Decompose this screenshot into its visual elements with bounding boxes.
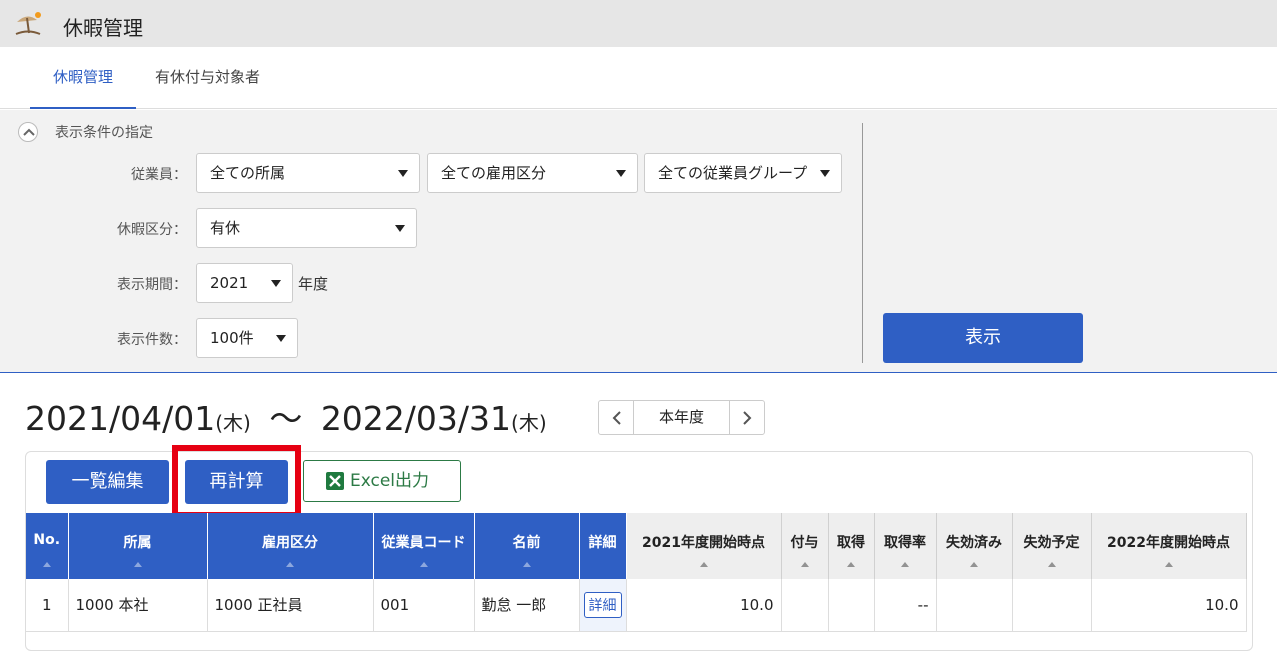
- year-select[interactable]: 2021: [196, 263, 293, 303]
- sort-icon: [1047, 562, 1056, 567]
- header-dept[interactable]: 所属: [68, 513, 208, 579]
- header-grant[interactable]: 付与: [781, 513, 829, 579]
- current-year-button[interactable]: 本年度: [634, 401, 729, 434]
- caret-down-icon: [276, 335, 286, 342]
- header-name[interactable]: 名前: [474, 513, 580, 579]
- year-select-value: 2021: [210, 274, 249, 292]
- period-range: 2021/04/01(木) 〜 2022/03/31(木): [25, 392, 547, 440]
- cell-rate: --: [874, 579, 937, 632]
- caret-down-icon: [616, 170, 626, 177]
- filter-title: 表示条件の指定: [55, 125, 153, 141]
- header-employment[interactable]: 雇用区分: [207, 513, 374, 579]
- group-select-value: 全ての従業員グループ: [658, 164, 808, 182]
- cell-start-balance: 10.0: [626, 579, 782, 632]
- sort-icon: [286, 562, 294, 567]
- period-start-dow: (木): [215, 411, 251, 435]
- chevron-up-icon: [23, 128, 35, 136]
- leave-type-select[interactable]: 有休: [196, 208, 417, 248]
- sort-icon: [522, 562, 531, 567]
- detail-button[interactable]: 詳細: [583, 591, 622, 618]
- period-label: 表示期間：: [117, 277, 187, 293]
- table-header-row: No. 所属 雇用区分 従業員コード 名前 詳細 2021年度開始時点 付与 取…: [26, 513, 1247, 579]
- sort-icon: [901, 562, 909, 567]
- cell-detail: 詳細: [579, 579, 627, 632]
- excel-icon: [326, 472, 344, 490]
- sort-icon: [800, 562, 809, 567]
- tab-bar: 休暇管理 有休付与対象者: [0, 47, 1277, 109]
- period-tilde: 〜: [269, 399, 303, 438]
- year-pager: 本年度: [598, 400, 765, 435]
- count-select-value: 100件: [210, 329, 254, 347]
- sort-icon: [42, 562, 51, 567]
- cell-taken: [828, 579, 875, 632]
- cell-expired: [936, 579, 1013, 632]
- cell-code: 001: [373, 579, 475, 632]
- sort-icon: [1164, 562, 1173, 567]
- cell-name: 勤怠 一郎: [474, 579, 580, 632]
- collapse-toggle-button[interactable]: [18, 122, 38, 142]
- tab-paid-leave-eligible[interactable]: 有休付与対象者: [155, 47, 260, 109]
- year-unit: 年度: [298, 275, 329, 293]
- chevron-right-icon: [743, 411, 752, 425]
- app-title: 休暇管理: [63, 16, 143, 40]
- header-start-balance[interactable]: 2021年度開始時点: [626, 513, 782, 579]
- divider: [862, 123, 863, 363]
- employment-select-value: 全ての雇用区分: [441, 164, 547, 182]
- excel-export-label: Excel出力: [350, 471, 430, 491]
- header-expired[interactable]: 失効済み: [936, 513, 1013, 579]
- caret-down-icon: [820, 170, 830, 177]
- cell-employment: 1000 正社員: [207, 579, 374, 632]
- sort-icon: [847, 562, 855, 567]
- filter-panel: 表示条件の指定 従業員： 全ての所属 全ての雇用区分 全ての従業員グループ 休暇…: [0, 110, 1277, 373]
- employment-select[interactable]: 全ての雇用区分: [427, 153, 638, 193]
- header-rate[interactable]: 取得率: [874, 513, 937, 579]
- highlight-box: [172, 445, 301, 518]
- leave-type-label: 休暇区分：: [117, 222, 187, 238]
- sort-icon: [699, 562, 708, 567]
- dept-select[interactable]: 全ての所属: [196, 153, 420, 193]
- cell-dept: 1000 本社: [68, 579, 208, 632]
- beach-umbrella-icon: [15, 12, 41, 35]
- count-select[interactable]: 100件: [196, 318, 298, 358]
- leave-table: No. 所属 雇用区分 従業員コード 名前 詳細 2021年度開始時点 付与 取…: [26, 513, 1247, 632]
- employee-label: 従業員：: [131, 167, 187, 183]
- period-end: 2022/03/31: [320, 399, 512, 438]
- header-taken[interactable]: 取得: [828, 513, 875, 579]
- header-no[interactable]: No.: [26, 513, 69, 579]
- header-employee-code[interactable]: 従業員コード: [373, 513, 475, 579]
- cell-grant: [781, 579, 829, 632]
- count-label: 表示件数：: [117, 332, 187, 348]
- header-detail: 詳細: [579, 513, 627, 579]
- prev-year-button[interactable]: [599, 401, 634, 434]
- caret-down-icon: [271, 280, 281, 287]
- sort-icon: [970, 562, 978, 567]
- table-row: 1 1000 本社 1000 正社員 001 勤怠 一郎 詳細 10.0 -- …: [26, 579, 1247, 632]
- caret-down-icon: [395, 225, 405, 232]
- next-year-button[interactable]: [729, 401, 764, 434]
- dept-select-value: 全ての所属: [210, 164, 286, 182]
- sort-icon: [133, 562, 142, 567]
- tab-leave-management[interactable]: 休暇管理: [30, 47, 136, 109]
- cell-next-balance: 10.0: [1091, 579, 1247, 632]
- period-end-dow: (木): [511, 411, 547, 435]
- header-to-expire[interactable]: 失効予定: [1012, 513, 1092, 579]
- bulk-edit-button[interactable]: 一覧編集: [46, 460, 169, 504]
- show-button[interactable]: 表示: [883, 313, 1083, 363]
- leave-type-select-value: 有休: [210, 219, 241, 237]
- header-next-balance[interactable]: 2022年度開始時点: [1091, 513, 1247, 579]
- cell-no: 1: [26, 579, 69, 632]
- group-select[interactable]: 全ての従業員グループ: [644, 153, 842, 193]
- excel-export-button[interactable]: Excel出力: [303, 460, 461, 502]
- chevron-left-icon: [612, 411, 621, 425]
- caret-down-icon: [398, 170, 408, 177]
- app-header: 休暇管理: [0, 0, 1277, 47]
- period-start: 2021/04/01: [25, 399, 216, 438]
- cell-to-expire: [1012, 579, 1092, 632]
- sort-icon: [419, 562, 428, 567]
